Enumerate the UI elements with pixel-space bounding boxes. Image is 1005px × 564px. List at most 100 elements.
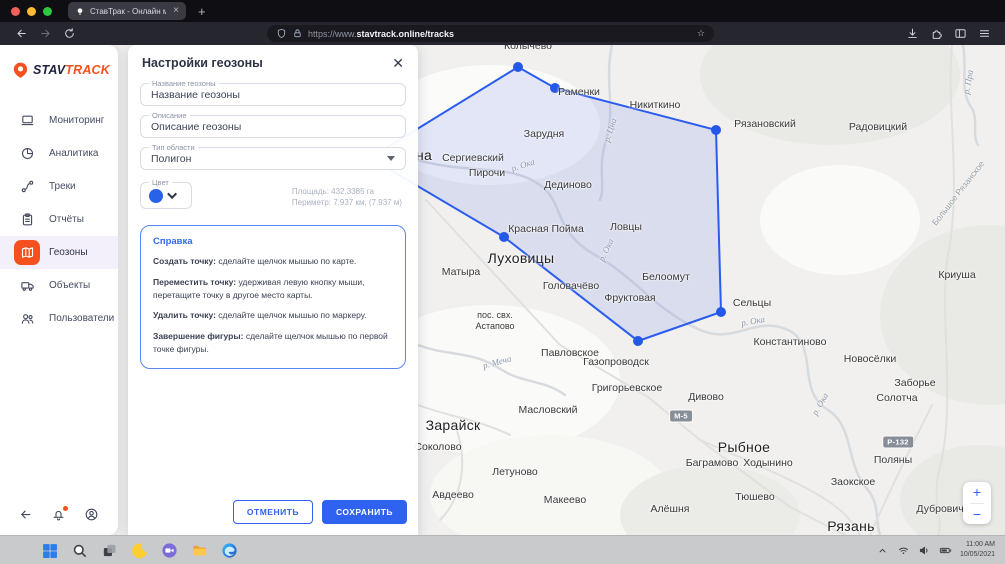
color-picker[interactable]: Цвет bbox=[140, 182, 192, 209]
map-zoom-control[interactable]: + − bbox=[963, 482, 991, 524]
account-icon[interactable] bbox=[84, 507, 100, 523]
chevron-down-icon bbox=[167, 189, 177, 199]
place-label: Колычево bbox=[504, 45, 552, 52]
place-label: Тюшево bbox=[735, 491, 774, 503]
sidebar-toggle-icon[interactable] bbox=[952, 26, 968, 42]
place-label: Авдеево bbox=[432, 489, 474, 501]
firefox-night-icon[interactable] bbox=[130, 541, 149, 560]
clock-date: 10/05/2021 bbox=[960, 550, 995, 561]
zoom-in-button[interactable]: + bbox=[963, 482, 991, 503]
back-icon[interactable] bbox=[13, 26, 29, 42]
tray-expand-icon[interactable] bbox=[876, 544, 889, 557]
lock-icon bbox=[292, 28, 303, 39]
place-label: Летуново bbox=[492, 466, 538, 478]
place-label: Криуша bbox=[938, 269, 975, 281]
road-badge: М-5 bbox=[669, 410, 693, 423]
sidebar-item-geomap[interactable]: Геозоны bbox=[0, 236, 118, 269]
stavtrack-logo: STAVTRACK bbox=[0, 45, 118, 90]
save-button[interactable]: СОХРАНИТЬ bbox=[322, 500, 407, 524]
sidebar-menu: Мониторинг Аналитика ТрекиОтчёты Геозоны Объ… bbox=[0, 104, 118, 335]
zoom-out-button[interactable]: − bbox=[963, 504, 991, 525]
browser-tab[interactable]: СтавТрак - Онлайн мониторин × bbox=[68, 2, 186, 20]
place-label: Пирочи bbox=[469, 167, 505, 179]
place-label: Зарайск bbox=[426, 417, 481, 433]
place-label: Заокское bbox=[831, 476, 875, 488]
tracking-shield-icon[interactable] bbox=[276, 28, 287, 39]
place-label: Поляны bbox=[874, 454, 912, 466]
place-label: Ходынино bbox=[743, 457, 792, 469]
panel-close-icon[interactable]: ✕ bbox=[392, 56, 404, 70]
help-title: Справка bbox=[153, 236, 393, 247]
sidebar-item-monitor[interactable]: Мониторинг bbox=[0, 104, 118, 137]
geozone-name-value: Название геозоны bbox=[151, 89, 240, 101]
close-window-button[interactable] bbox=[11, 7, 20, 16]
place-label: Масловский bbox=[518, 404, 577, 416]
place-label: пос. свх. bbox=[477, 310, 513, 320]
wifi-icon[interactable] bbox=[897, 544, 910, 557]
sidebar-footer bbox=[0, 507, 118, 523]
collapse-icon[interactable] bbox=[18, 507, 34, 523]
place-label: Матыра bbox=[442, 266, 481, 278]
edge-icon[interactable] bbox=[220, 541, 239, 560]
area-type-value: Полигон bbox=[151, 153, 191, 165]
file-explorer-icon[interactable] bbox=[190, 541, 209, 560]
forward-icon[interactable] bbox=[37, 26, 53, 42]
geozone-description-input[interactable]: Описание Описание геозоны bbox=[140, 115, 406, 138]
window-controls[interactable] bbox=[11, 7, 52, 16]
system-tray bbox=[876, 544, 952, 557]
polygon-vertex-marker[interactable] bbox=[716, 307, 726, 317]
place-label: Головачёво bbox=[543, 280, 599, 292]
downloads-icon[interactable] bbox=[904, 26, 920, 42]
users-icon bbox=[14, 306, 40, 331]
logo-track: TRACK bbox=[65, 63, 110, 77]
battery-icon[interactable] bbox=[939, 544, 952, 557]
sidebar-item-users[interactable]: Пользователи bbox=[0, 302, 118, 335]
volume-icon[interactable] bbox=[918, 544, 931, 557]
place-label: Дединово bbox=[544, 179, 592, 191]
sidebar-item-label: Геозоны bbox=[49, 247, 88, 258]
geozone-name-input[interactable]: Название геозоны Название геозоны bbox=[140, 83, 406, 106]
polygon-vertex-marker[interactable] bbox=[513, 62, 523, 72]
sidebar-item-truck[interactable]: Объекты bbox=[0, 269, 118, 302]
sidebar-item-route[interactable]: Треки bbox=[0, 170, 118, 203]
tab-close-icon[interactable]: × bbox=[173, 6, 179, 16]
page-content: КолычевоРаменкиНикиткиноЗарудняСергиевск… bbox=[0, 45, 1005, 535]
color-swatch[interactable] bbox=[149, 189, 163, 203]
taskbar-clock[interactable]: 11:00 AM 10/05/2021 bbox=[960, 540, 995, 561]
area-type-select[interactable]: Тип области Полигон bbox=[140, 147, 406, 170]
place-label: Красная Пойма bbox=[508, 223, 584, 235]
browser-tab-bar: СтавТрак - Онлайн мониторин × + bbox=[0, 0, 1005, 22]
meet-icon[interactable] bbox=[160, 541, 179, 560]
place-label: Макеево bbox=[544, 494, 586, 506]
polygon-vertex-marker[interactable] bbox=[711, 125, 721, 135]
notifications-icon[interactable] bbox=[51, 507, 67, 523]
windows-taskbar: 11:00 AM 10/05/2021 bbox=[0, 535, 1005, 564]
logo-pin-icon bbox=[12, 60, 29, 80]
menu-icon[interactable] bbox=[976, 26, 992, 42]
sidebar-item-pie[interactable]: Аналитика bbox=[0, 137, 118, 170]
task-view-icon[interactable] bbox=[100, 541, 119, 560]
browser-toolbar: https://www.stavtrack.online/tracks ☆ bbox=[0, 22, 1005, 45]
sidebar-item-label: Аналитика bbox=[49, 148, 99, 159]
sidebar-item-clipboard[interactable]: Отчёты bbox=[0, 203, 118, 236]
sidebar-item-label: Пользователи bbox=[49, 313, 114, 324]
perimeter-value: Периметр: 7.937 км, (7.937 м) bbox=[292, 197, 402, 208]
start-icon[interactable] bbox=[40, 541, 59, 560]
cancel-button[interactable]: ОТМЕНИТЬ bbox=[233, 500, 313, 524]
polygon-vertex-marker[interactable] bbox=[633, 336, 643, 346]
search-icon[interactable] bbox=[70, 541, 89, 560]
reload-icon[interactable] bbox=[61, 26, 77, 42]
url-bar[interactable]: https://www.stavtrack.online/tracks ☆ bbox=[267, 25, 714, 42]
bookmark-star-icon[interactable]: ☆ bbox=[697, 28, 705, 39]
place-label: Дубровичи bbox=[916, 503, 969, 515]
pie-icon bbox=[14, 141, 40, 166]
help-item: Переместить точку: удерживая левую кнопк… bbox=[153, 276, 393, 302]
panel-title: Настройки геозоны bbox=[142, 56, 263, 70]
new-tab-button[interactable]: + bbox=[198, 5, 206, 18]
maximize-window-button[interactable] bbox=[43, 7, 52, 16]
extensions-icon[interactable] bbox=[928, 26, 944, 42]
place-label: Рязань bbox=[827, 518, 875, 534]
place-label: Луховицы bbox=[488, 250, 555, 266]
screen: СтавТрак - Онлайн мониторин × + https://… bbox=[0, 0, 1005, 564]
minimize-window-button[interactable] bbox=[27, 7, 36, 16]
